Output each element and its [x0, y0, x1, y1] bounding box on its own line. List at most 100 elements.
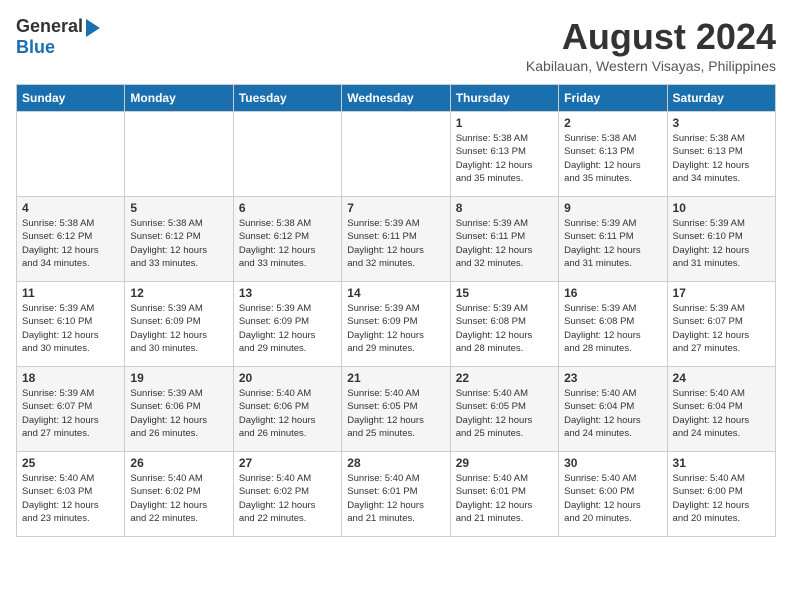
calendar-table: SundayMondayTuesdayWednesdayThursdayFrid… — [16, 84, 776, 537]
calendar-cell: 18 Sunrise: 5:39 AM Sunset: 6:07 PM Dayli… — [17, 367, 125, 452]
calendar-cell: 26 Sunrise: 5:40 AM Sunset: 6:02 PM Dayli… — [125, 452, 233, 537]
day-number: 21 — [347, 371, 444, 385]
day-number: 19 — [130, 371, 227, 385]
day-info: Sunrise: 5:39 AM Sunset: 6:10 PM Dayligh… — [22, 302, 119, 355]
weekday-header-wednesday: Wednesday — [342, 85, 450, 112]
day-info: Sunrise: 5:40 AM Sunset: 6:00 PM Dayligh… — [564, 472, 661, 525]
day-info: Sunrise: 5:39 AM Sunset: 6:08 PM Dayligh… — [456, 302, 553, 355]
day-number: 20 — [239, 371, 336, 385]
calendar-cell: 9 Sunrise: 5:39 AM Sunset: 6:11 PM Daylig… — [559, 197, 667, 282]
day-number: 13 — [239, 286, 336, 300]
calendar-cell: 23 Sunrise: 5:40 AM Sunset: 6:04 PM Dayli… — [559, 367, 667, 452]
day-number: 23 — [564, 371, 661, 385]
calendar-cell: 29Sunrise: 5:40 AM Sunset: 6:01 PM Dayli… — [450, 452, 558, 537]
day-info: Sunrise: 5:40 AM Sunset: 6:01 PM Dayligh… — [347, 472, 444, 525]
day-number: 30 — [564, 456, 661, 470]
day-info: Sunrise: 5:38 AM Sunset: 6:12 PM Dayligh… — [130, 217, 227, 270]
header: General Blue August 2024 Kabilauan, West… — [16, 16, 776, 74]
week-row-1: 4 Sunrise: 5:38 AM Sunset: 6:12 PM Daylig… — [17, 197, 776, 282]
calendar-cell: 8Sunrise: 5:39 AM Sunset: 6:11 PM Daylig… — [450, 197, 558, 282]
day-number: 11 — [22, 286, 119, 300]
calendar-cell: 17Sunrise: 5:39 AM Sunset: 6:07 PM Dayli… — [667, 282, 775, 367]
calendar-cell: 11 Sunrise: 5:39 AM Sunset: 6:10 PM Dayli… — [17, 282, 125, 367]
calendar-cell: 3Sunrise: 5:38 AM Sunset: 6:13 PM Daylig… — [667, 112, 775, 197]
day-info: Sunrise: 5:40 AM Sunset: 6:02 PM Dayligh… — [130, 472, 227, 525]
day-info: Sunrise: 5:39 AM Sunset: 6:07 PM Dayligh… — [22, 387, 119, 440]
logo-general: General — [16, 16, 83, 37]
weekday-header-tuesday: Tuesday — [233, 85, 341, 112]
day-info: Sunrise: 5:40 AM Sunset: 6:00 PM Dayligh… — [673, 472, 770, 525]
day-info: Sunrise: 5:40 AM Sunset: 6:01 PM Dayligh… — [456, 472, 553, 525]
day-info: Sunrise: 5:38 AM Sunset: 6:12 PM Dayligh… — [239, 217, 336, 270]
weekday-header-thursday: Thursday — [450, 85, 558, 112]
weekday-header-saturday: Saturday — [667, 85, 775, 112]
week-row-3: 18 Sunrise: 5:39 AM Sunset: 6:07 PM Dayli… — [17, 367, 776, 452]
logo: General Blue — [16, 16, 100, 58]
calendar-cell: 16Sunrise: 5:39 AM Sunset: 6:08 PM Dayli… — [559, 282, 667, 367]
day-number: 12 — [130, 286, 227, 300]
day-number: 9 — [564, 201, 661, 215]
day-info: Sunrise: 5:38 AM Sunset: 6:13 PM Dayligh… — [456, 132, 553, 185]
logo-arrow-icon — [86, 19, 100, 37]
logo-blue: Blue — [16, 37, 55, 57]
day-number: 26 — [130, 456, 227, 470]
day-info: Sunrise: 5:40 AM Sunset: 6:05 PM Dayligh… — [347, 387, 444, 440]
week-row-4: 25Sunrise: 5:40 AM Sunset: 6:03 PM Dayli… — [17, 452, 776, 537]
day-info: Sunrise: 5:39 AM Sunset: 6:11 PM Dayligh… — [564, 217, 661, 270]
calendar-cell — [125, 112, 233, 197]
week-row-0: 1 Sunrise: 5:38 AM Sunset: 6:13 PM Daylig… — [17, 112, 776, 197]
main-title: August 2024 — [526, 16, 776, 58]
day-number: 14 — [347, 286, 444, 300]
day-number: 8 — [456, 201, 553, 215]
weekday-header-monday: Monday — [125, 85, 233, 112]
day-info: Sunrise: 5:40 AM Sunset: 6:05 PM Dayligh… — [456, 387, 553, 440]
calendar-cell: 4 Sunrise: 5:38 AM Sunset: 6:12 PM Daylig… — [17, 197, 125, 282]
calendar-cell — [342, 112, 450, 197]
day-info: Sunrise: 5:39 AM Sunset: 6:11 PM Dayligh… — [347, 217, 444, 270]
title-section: August 2024 Kabilauan, Western Visayas, … — [526, 16, 776, 74]
day-number: 27 — [239, 456, 336, 470]
calendar-cell: 6 Sunrise: 5:38 AM Sunset: 6:12 PM Daylig… — [233, 197, 341, 282]
calendar-cell: 22Sunrise: 5:40 AM Sunset: 6:05 PM Dayli… — [450, 367, 558, 452]
day-number: 4 — [22, 201, 119, 215]
calendar-cell — [17, 112, 125, 197]
weekday-header-friday: Friday — [559, 85, 667, 112]
calendar-cell: 10Sunrise: 5:39 AM Sunset: 6:10 PM Dayli… — [667, 197, 775, 282]
day-number: 1 — [456, 116, 553, 130]
calendar-cell: 15Sunrise: 5:39 AM Sunset: 6:08 PM Dayli… — [450, 282, 558, 367]
day-info: Sunrise: 5:40 AM Sunset: 6:04 PM Dayligh… — [564, 387, 661, 440]
subtitle: Kabilauan, Western Visayas, Philippines — [526, 58, 776, 74]
day-info: Sunrise: 5:39 AM Sunset: 6:07 PM Dayligh… — [673, 302, 770, 355]
day-info: Sunrise: 5:40 AM Sunset: 6:04 PM Dayligh… — [673, 387, 770, 440]
calendar-cell: 31 Sunrise: 5:40 AM Sunset: 6:00 PM Dayli… — [667, 452, 775, 537]
calendar-cell: 14 Sunrise: 5:39 AM Sunset: 6:09 PM Dayli… — [342, 282, 450, 367]
day-info: Sunrise: 5:39 AM Sunset: 6:09 PM Dayligh… — [130, 302, 227, 355]
day-number: 28 — [347, 456, 444, 470]
day-info: Sunrise: 5:38 AM Sunset: 6:12 PM Dayligh… — [22, 217, 119, 270]
weekday-header-sunday: Sunday — [17, 85, 125, 112]
calendar-cell: 19 Sunrise: 5:39 AM Sunset: 6:06 PM Dayli… — [125, 367, 233, 452]
day-number: 5 — [130, 201, 227, 215]
day-number: 6 — [239, 201, 336, 215]
day-number: 16 — [564, 286, 661, 300]
day-info: Sunrise: 5:40 AM Sunset: 6:06 PM Dayligh… — [239, 387, 336, 440]
calendar-cell: 20 Sunrise: 5:40 AM Sunset: 6:06 PM Dayli… — [233, 367, 341, 452]
calendar-cell — [233, 112, 341, 197]
calendar-cell: 28 Sunrise: 5:40 AM Sunset: 6:01 PM Dayli… — [342, 452, 450, 537]
day-number: 10 — [673, 201, 770, 215]
day-info: Sunrise: 5:38 AM Sunset: 6:13 PM Dayligh… — [673, 132, 770, 185]
calendar-cell: 1 Sunrise: 5:38 AM Sunset: 6:13 PM Daylig… — [450, 112, 558, 197]
day-info: Sunrise: 5:38 AM Sunset: 6:13 PM Dayligh… — [564, 132, 661, 185]
day-number: 24 — [673, 371, 770, 385]
day-info: Sunrise: 5:40 AM Sunset: 6:02 PM Dayligh… — [239, 472, 336, 525]
day-number: 18 — [22, 371, 119, 385]
day-info: Sunrise: 5:39 AM Sunset: 6:09 PM Dayligh… — [347, 302, 444, 355]
calendar-cell: 30 Sunrise: 5:40 AM Sunset: 6:00 PM Dayli… — [559, 452, 667, 537]
calendar-cell: 12 Sunrise: 5:39 AM Sunset: 6:09 PM Dayli… — [125, 282, 233, 367]
calendar-cell: 2Sunrise: 5:38 AM Sunset: 6:13 PM Daylig… — [559, 112, 667, 197]
day-info: Sunrise: 5:39 AM Sunset: 6:09 PM Dayligh… — [239, 302, 336, 355]
weekday-header-row: SundayMondayTuesdayWednesdayThursdayFrid… — [17, 85, 776, 112]
day-number: 7 — [347, 201, 444, 215]
day-info: Sunrise: 5:39 AM Sunset: 6:06 PM Dayligh… — [130, 387, 227, 440]
day-number: 31 — [673, 456, 770, 470]
